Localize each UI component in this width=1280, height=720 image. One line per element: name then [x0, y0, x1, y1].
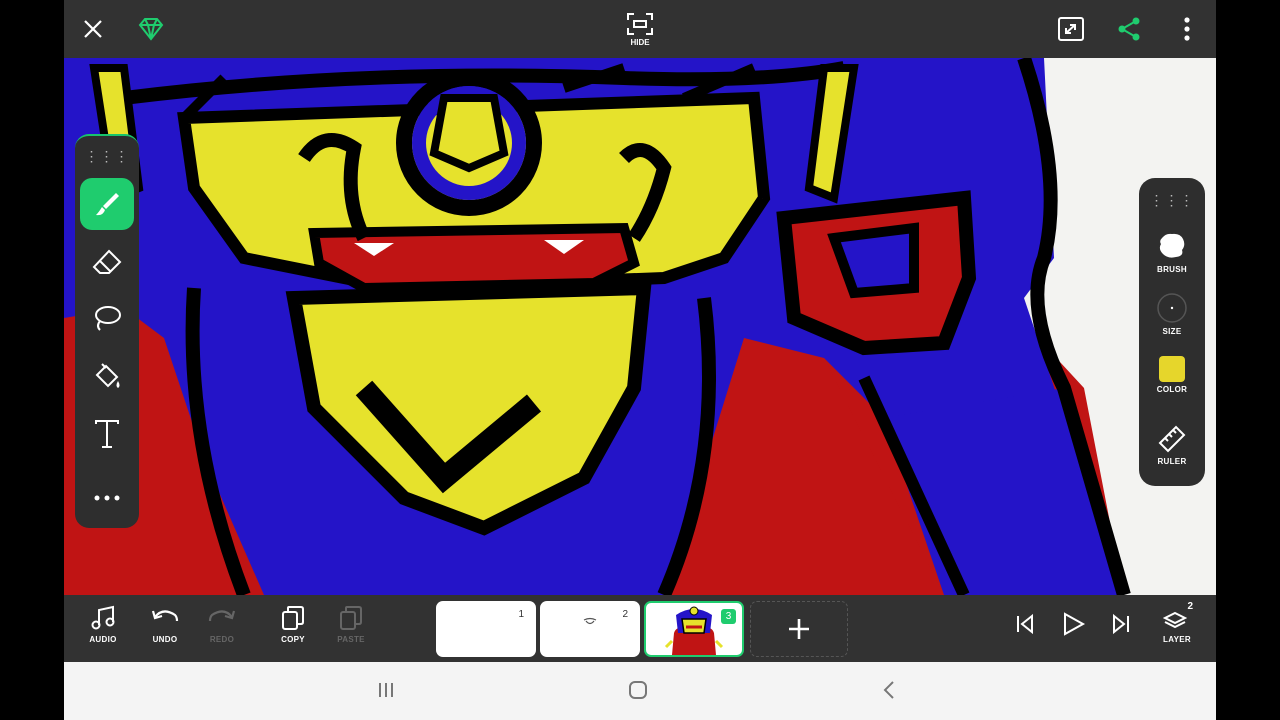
size-picker-button[interactable]: SIZE: [1139, 292, 1205, 336]
brush-label: BRUSH: [1157, 265, 1187, 274]
copy-label: COPY: [281, 635, 305, 644]
last-frame-button[interactable]: [1096, 613, 1146, 635]
play-icon: [1064, 612, 1086, 636]
left-toolbar: ⋮⋮⋮: [75, 134, 139, 528]
play-button[interactable]: [1048, 611, 1098, 637]
more-tools-button[interactable]: [80, 472, 134, 524]
undo-label: UNDO: [152, 635, 178, 644]
lasso-icon: [95, 306, 121, 331]
more-options-button[interactable]: [1172, 14, 1202, 44]
close-button[interactable]: [78, 14, 108, 44]
drawing-app: HIDE ⋮⋮⋮ ⋮⋮⋮ BRUSH SIZE COLOR RULER AUDI…: [64, 0, 1216, 662]
premium-button[interactable]: [136, 14, 166, 44]
fullscreen-button[interactable]: [1056, 14, 1086, 44]
ruler-icon: [1158, 425, 1186, 453]
frame-number: 3: [721, 609, 736, 624]
diamond-icon: [138, 18, 164, 41]
add-frame-button[interactable]: [750, 601, 848, 657]
layer-button[interactable]: 2 LAYER: [1152, 601, 1202, 644]
ellipsis-icon: [94, 495, 120, 501]
undo-icon: [151, 610, 179, 622]
close-icon: [84, 20, 102, 38]
redo-button[interactable]: REDO: [197, 605, 247, 644]
color-label: COLOR: [1156, 385, 1188, 394]
right-toolbar: ⋮⋮⋮ BRUSH SIZE COLOR RULER: [1139, 178, 1205, 486]
lasso-tool[interactable]: [80, 292, 134, 344]
frame-thumbnail[interactable]: 1: [436, 601, 536, 657]
size-label: SIZE: [1162, 327, 1182, 336]
color-swatch: [1159, 356, 1185, 382]
hide-label: HIDE: [630, 37, 650, 47]
artwork: [64, 58, 1216, 595]
paint-bucket-icon: [95, 363, 120, 388]
eraser-icon: [92, 249, 122, 274]
ruler-label: RULER: [1157, 457, 1187, 466]
undo-button[interactable]: UNDO: [140, 605, 190, 644]
text-tool[interactable]: [80, 408, 134, 460]
hide-icon: [627, 12, 653, 35]
brush-icon: [96, 193, 119, 216]
fill-tool[interactable]: [80, 350, 134, 402]
back-icon[interactable]: [880, 680, 900, 700]
skip-forward-icon: [1113, 613, 1129, 635]
system-nav-bar: [64, 662, 1216, 720]
music-note-icon: [91, 605, 115, 630]
skip-back-icon: [1017, 613, 1033, 635]
first-frame-button[interactable]: [1000, 613, 1050, 635]
layer-count: 2: [1187, 601, 1193, 612]
home-icon[interactable]: [628, 680, 648, 700]
size-icon: [1157, 293, 1187, 323]
brush-picker-button[interactable]: BRUSH: [1139, 230, 1205, 274]
redo-label: REDO: [209, 635, 235, 644]
audio-button[interactable]: AUDIO: [78, 605, 128, 644]
frame-number: 1: [518, 609, 524, 620]
plus-icon: [789, 619, 809, 639]
frame-sketch-icon: [583, 617, 597, 625]
eraser-tool[interactable]: [80, 236, 134, 288]
redo-icon: [208, 610, 236, 622]
share-icon: [1118, 17, 1140, 41]
frame-thumbnail-active[interactable]: 3: [644, 601, 744, 657]
paste-label: PASTE: [337, 635, 365, 644]
copy-icon: [282, 606, 304, 630]
bottom-bar: AUDIO UNDO REDO COPY PASTE 1 2 3 2 LAYER: [64, 595, 1216, 662]
color-picker-button[interactable]: COLOR: [1139, 356, 1205, 394]
hide-ui-button[interactable]: HIDE: [620, 8, 660, 50]
frame-thumbnail[interactable]: 2: [540, 601, 640, 657]
brush-shape-icon: [1159, 233, 1185, 258]
expand-icon: [1058, 17, 1084, 41]
top-bar: HIDE: [64, 0, 1216, 58]
share-button[interactable]: [1114, 14, 1144, 44]
drag-handle-icon[interactable]: ⋮⋮⋮: [75, 148, 139, 165]
layer-icon-wrap: 2: [1163, 601, 1193, 631]
drawing-canvas[interactable]: [64, 58, 1216, 595]
paste-button[interactable]: PASTE: [326, 605, 376, 644]
drag-handle-icon[interactable]: ⋮⋮⋮: [1139, 192, 1205, 209]
layers-icon: [1163, 611, 1187, 629]
recent-apps-icon[interactable]: [376, 680, 396, 700]
audio-label: AUDIO: [89, 635, 117, 644]
layer-label: LAYER: [1163, 635, 1191, 644]
ruler-button[interactable]: RULER: [1139, 424, 1205, 466]
brush-tool[interactable]: [80, 178, 134, 230]
paste-icon: [340, 606, 362, 630]
copy-button[interactable]: COPY: [268, 605, 318, 644]
text-icon: [95, 420, 119, 448]
frame-number: 2: [622, 609, 628, 620]
kebab-menu-icon: [1184, 17, 1190, 41]
